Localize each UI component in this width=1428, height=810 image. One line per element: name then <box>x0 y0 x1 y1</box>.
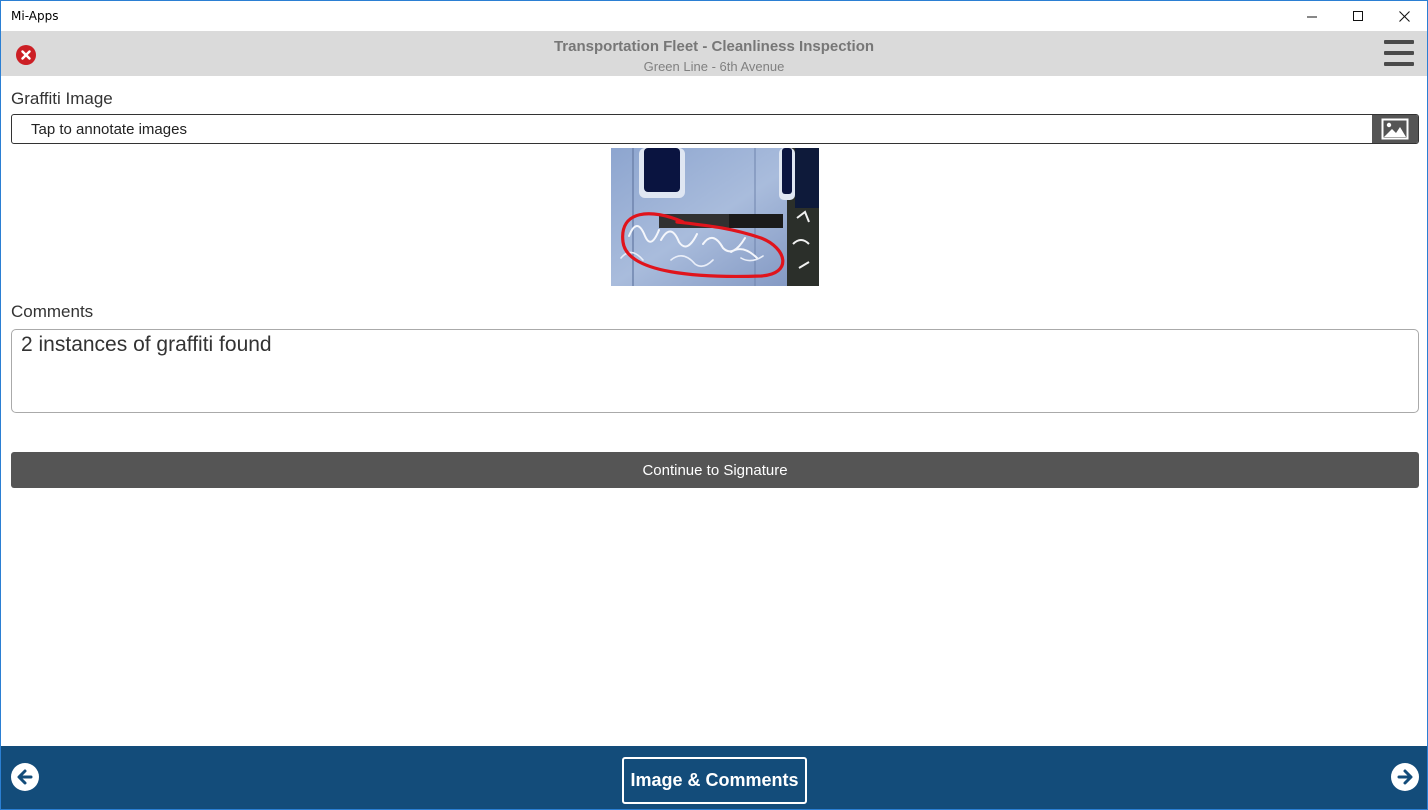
section-title-button[interactable]: Image & Comments <box>622 757 807 804</box>
app-header: Transportation Fleet - Cleanliness Inspe… <box>1 31 1427 76</box>
continue-to-signature-button[interactable]: Continue to Signature <box>11 452 1419 488</box>
window-controls <box>1289 1 1427 31</box>
page-title: Transportation Fleet - Cleanliness Inspe… <box>553 38 875 55</box>
maximize-icon[interactable] <box>1335 1 1381 31</box>
arrow-right-circle-icon[interactable] <box>1391 763 1419 791</box>
annotate-images-field[interactable]: Tap to annotate images <box>11 114 1419 144</box>
window-title: Mi-Apps <box>11 9 59 23</box>
comments-label: Comments <box>11 302 94 321</box>
annotate-placeholder: Tap to annotate images <box>31 120 187 138</box>
arrow-left-circle-icon[interactable] <box>11 763 39 791</box>
image-icon[interactable] <box>1372 115 1418 143</box>
minimize-icon[interactable] <box>1289 1 1335 31</box>
bottom-navigation-bar: Image & Comments <box>1 746 1427 809</box>
window-titlebar: Mi-Apps <box>1 1 1427 31</box>
hamburger-menu-icon[interactable] <box>1384 40 1414 66</box>
close-icon[interactable] <box>1381 1 1427 31</box>
page-subtitle: Green Line - 6th Avenue <box>643 59 785 74</box>
graffiti-image-label: Graffiti Image <box>11 89 113 108</box>
graffiti-photo-thumbnail[interactable] <box>611 148 819 286</box>
comments-textarea[interactable]: 2 instances of graffiti found <box>11 329 1419 413</box>
